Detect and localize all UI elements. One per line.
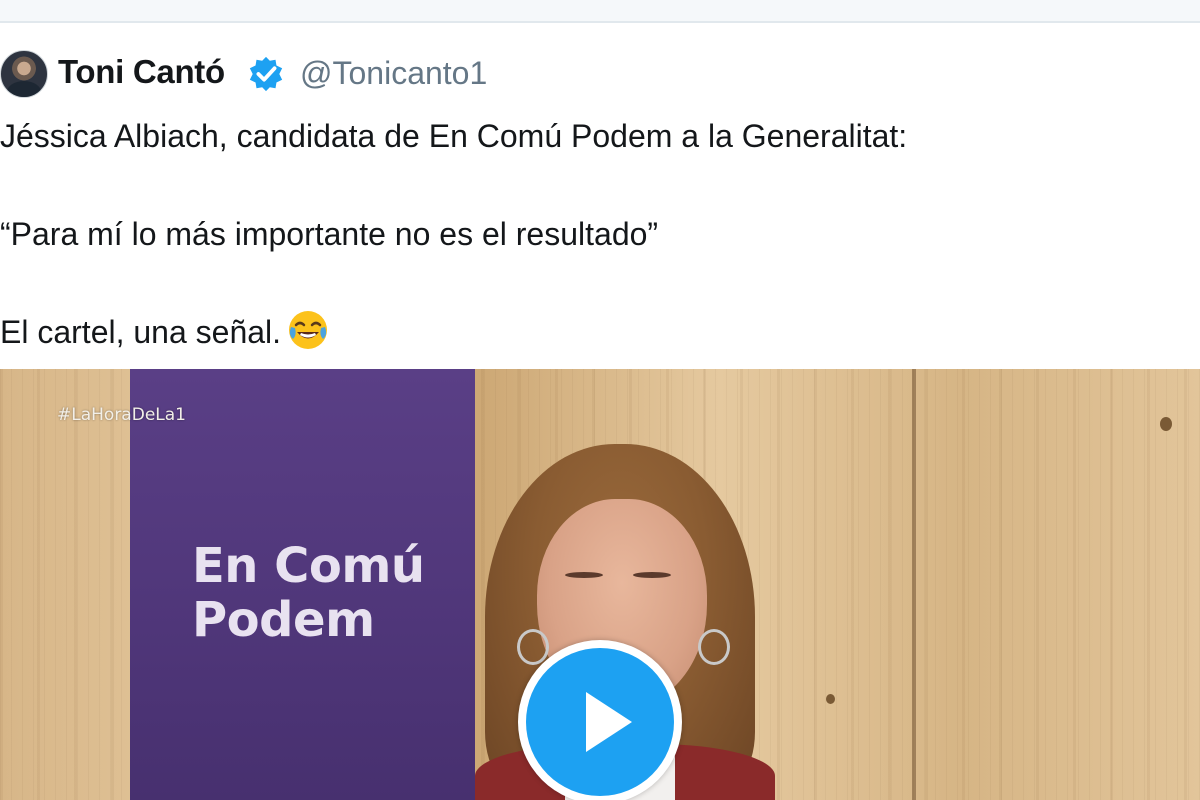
tweet-screenshot: Toni Cantó @Tonicanto1 Jéssica Albiach, … [0,0,1200,800]
banner-text: En Comú Podem [192,539,425,647]
eye [565,572,603,578]
tweet-line: Jéssica Albiach, candidata de En Comú Po… [0,118,908,154]
wood-knot [826,694,835,704]
video-hashtag: #LaHoraDeLa1 [57,405,186,425]
avatar[interactable] [0,50,48,98]
tweet-text: Jéssica Albiach, candidata de En Comú Po… [0,112,1200,357]
tweet-line: El cartel, una señal. [0,314,282,350]
user-handle[interactable]: @Tonicanto1 [300,55,487,92]
earring [517,629,549,665]
play-button[interactable] [518,640,682,800]
tweet-line-last: El cartel, una señal. [0,308,1200,357]
avatar-shoulders [7,81,41,97]
play-button-fill [526,648,674,796]
tweet-line: “Para mí lo más importante no es el resu… [0,216,659,252]
banner-line: Podem [192,592,375,648]
banner-line: En Comú [192,538,425,594]
display-name[interactable]: Toni Cantó [58,53,225,91]
eye [633,572,671,578]
face-with-tears-of-joy-icon [289,311,328,349]
wood-knot [1160,417,1172,431]
verified-badge-icon [249,56,283,92]
earring [698,629,730,665]
play-icon [586,692,632,752]
top-bar [0,0,1200,23]
plank-seam [912,369,916,800]
